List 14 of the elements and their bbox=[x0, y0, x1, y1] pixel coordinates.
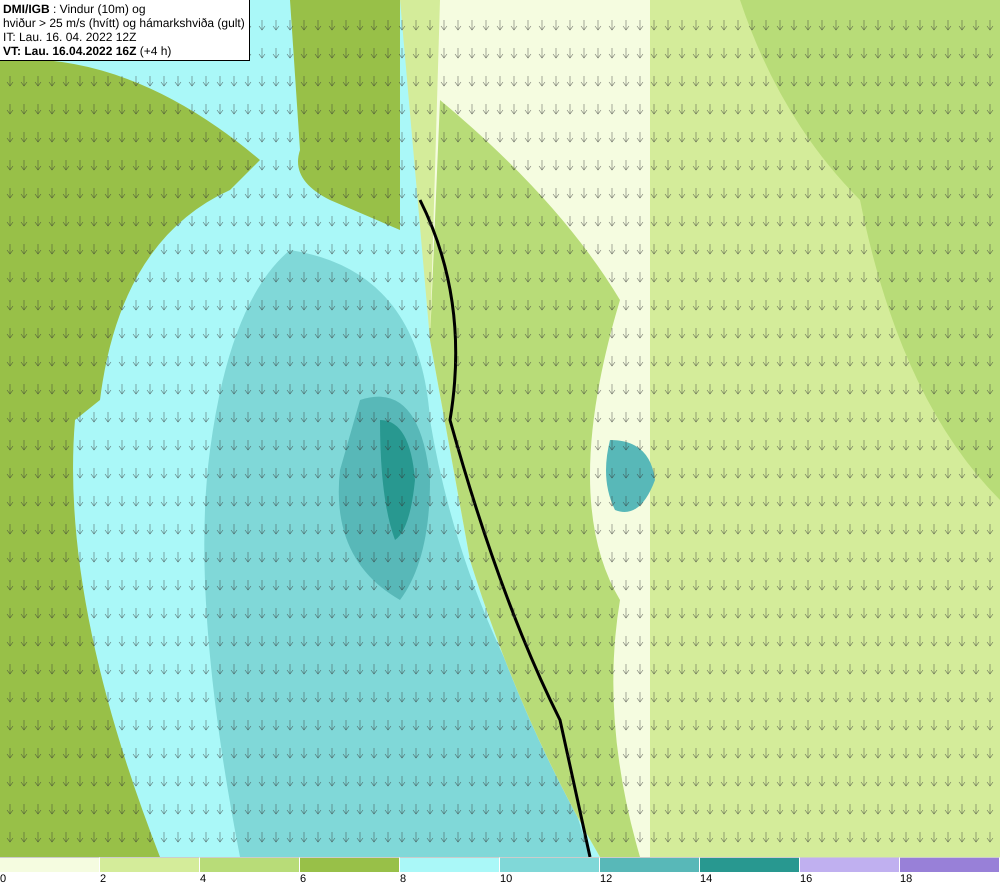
legend-label: 12 bbox=[600, 872, 612, 887]
info-text: IT: Lau. 16. 04. 2022 12Z bbox=[3, 30, 138, 44]
legend-label: 10 bbox=[500, 872, 512, 887]
info-text: DMI/IGB : Vindur (10m) og bbox=[3, 2, 146, 16]
legend-label: 18 bbox=[900, 872, 912, 887]
legend-label: 2 bbox=[100, 872, 106, 887]
legend-label: 16 bbox=[800, 872, 812, 887]
legend-label: 14 bbox=[700, 872, 712, 887]
legend-label: 8 bbox=[400, 872, 406, 887]
legend-label: 0 bbox=[0, 872, 6, 887]
info-text: VT: Lau. 16.04.2022 16Z (+4 h) bbox=[3, 44, 172, 58]
legend-label: 6 bbox=[300, 872, 306, 887]
legend-label: 4 bbox=[200, 872, 206, 887]
info-text: hviður > 25 m/s (hvítt) og hámarkshviða (gult) bbox=[3, 16, 245, 30]
